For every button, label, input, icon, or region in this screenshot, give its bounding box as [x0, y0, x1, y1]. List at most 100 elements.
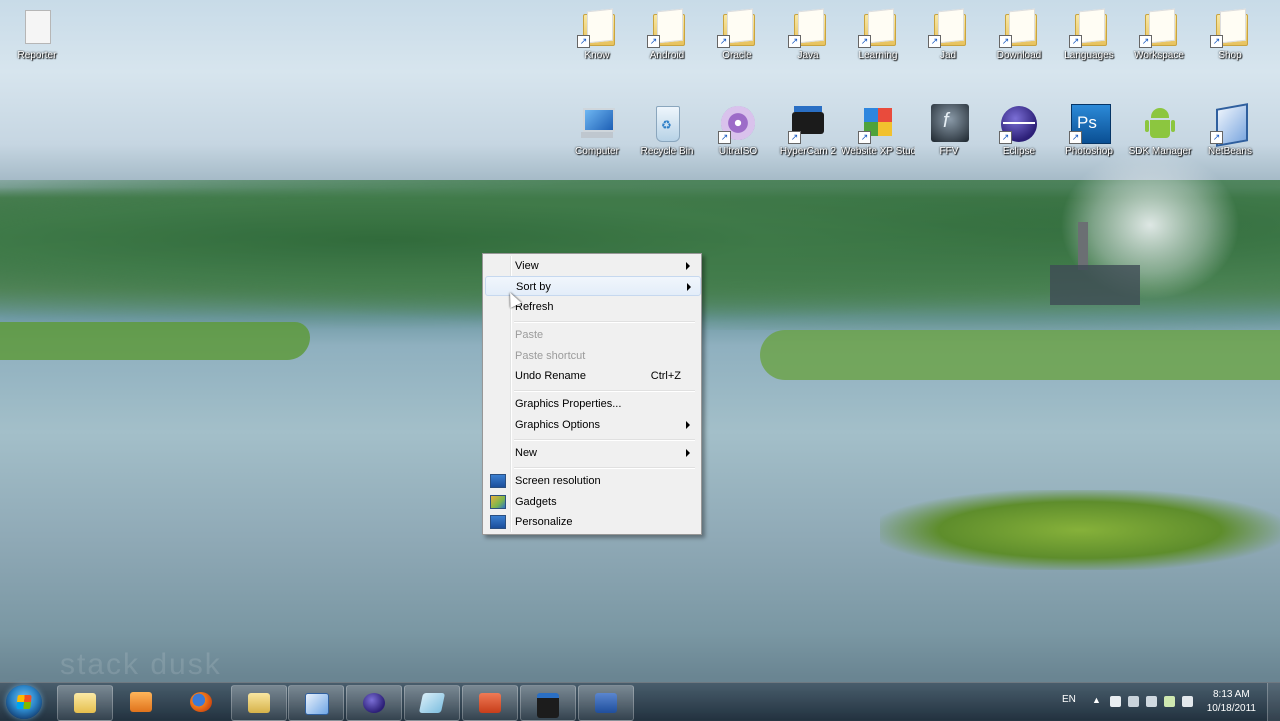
desktop-icon-label: Workspace — [1134, 50, 1184, 61]
taskbar-clock[interactable]: 8:13 AM 10/18/2011 — [1207, 688, 1256, 716]
menu-item-label: Screen resolution — [515, 475, 601, 487]
system-tray: EN ▲ 8:13 AM 10/18/2011 — [1050, 683, 1280, 721]
tray-power-icon[interactable] — [1164, 696, 1175, 707]
firefox-icon — [190, 692, 212, 712]
menu-separator — [514, 439, 695, 441]
camera-icon: ↗ — [788, 104, 828, 144]
desktop-icon-label: Know — [584, 50, 610, 61]
desktop-icon-ultraiso[interactable]: ↗ UltraISO — [701, 104, 775, 158]
menu-item-personalize[interactable]: Personalize — [485, 512, 699, 532]
tray-display-icon[interactable] — [1146, 696, 1157, 707]
desktop-icon-website-xp[interactable]: ↗ Website XP Studio — [841, 104, 915, 158]
taskbar-button-word[interactable] — [578, 685, 634, 721]
taskbar-button-powerpoint[interactable] — [462, 685, 518, 721]
menu-item-screen-resolution[interactable]: Screen resolution — [485, 471, 699, 491]
folder-icon: ↗ — [999, 8, 1039, 48]
desktop-icon-jad[interactable]: ↗ Jad — [911, 8, 985, 62]
word-icon — [595, 693, 617, 713]
taskbar-button-media-player[interactable] — [114, 685, 168, 719]
start-button[interactable] — [6, 685, 42, 719]
desktop-icon-eclipse[interactable]: ↗ Eclipse — [982, 104, 1056, 158]
show-desktop-button[interactable] — [1267, 683, 1280, 721]
desktop-icon-label: NetBeans — [1208, 146, 1252, 157]
taskbar-button-hypercam[interactable] — [520, 685, 576, 721]
menu-item-graphics-options[interactable]: Graphics Options — [485, 415, 699, 435]
menu-item-undo-rename[interactable]: Undo Rename Ctrl+Z — [485, 366, 699, 386]
notepad-icon — [418, 693, 446, 713]
desktop-icon-learning[interactable]: ↗ Learning — [841, 8, 915, 62]
folder-icon: ↗ — [788, 8, 828, 48]
tray-expand-icon[interactable]: ▲ — [1092, 695, 1101, 705]
desktop-icon-photoshop[interactable]: Ps ↗ Photoshop — [1052, 104, 1126, 158]
menu-item-new[interactable]: New — [485, 443, 699, 463]
menu-item-label: Paste shortcut — [515, 350, 586, 362]
submenu-arrow-icon — [686, 449, 690, 457]
desktop-icon-android[interactable]: ↗ Android — [630, 8, 704, 62]
desktop-icon-java[interactable]: ↗ Java — [771, 8, 845, 62]
desktop-icon-workspace[interactable]: ↗ Workspace — [1122, 8, 1196, 62]
desktop-icon-label: FFV — [939, 146, 959, 157]
desktop-icon-download[interactable]: ↗ Download — [982, 8, 1056, 62]
desktop-icon-label: Eclipse — [1002, 146, 1036, 157]
menu-item-paste[interactable]: Paste — [485, 325, 699, 345]
flash-icon: f — [929, 104, 969, 144]
desktop-icon-label: Java — [797, 50, 819, 61]
tray-flag-icon[interactable] — [1110, 696, 1121, 707]
wallpaper-factory — [1050, 265, 1140, 305]
desktop-icon-languages[interactable]: ↗ Languages — [1052, 8, 1126, 62]
submenu-arrow-icon — [686, 421, 690, 429]
menu-item-label: Paste — [515, 329, 544, 341]
desktop-icon-label: Learning — [858, 50, 898, 61]
monitor-icon — [490, 474, 506, 488]
tray-volume-icon[interactable] — [1182, 696, 1193, 707]
cube-icon: ↗ — [858, 104, 898, 144]
menu-item-gadgets[interactable]: Gadgets — [485, 492, 699, 512]
desktop-icon-oracle[interactable]: ↗ Oracle — [700, 8, 774, 62]
wallpaper-shore-left — [0, 322, 310, 360]
taskbar-button-folder[interactable] — [231, 685, 287, 721]
tray-network-icon[interactable] — [1128, 696, 1139, 707]
menu-item-graphics-properties[interactable]: Graphics Properties... — [485, 394, 699, 414]
menu-item-label: Graphics Properties... — [515, 398, 622, 410]
folder-icon: ↗ — [647, 8, 687, 48]
folder-icon: ↗ — [1139, 8, 1179, 48]
eclipse-icon: ↗ — [999, 104, 1039, 144]
wallpaper-grass — [880, 490, 1280, 570]
desktop-icon-reporter[interactable]: Reporter — [0, 8, 74, 62]
desktop-icon-sdk-manager[interactable]: SDK Manager — [1123, 104, 1197, 158]
folder-icon — [248, 693, 270, 713]
taskbar-button-firefox[interactable] — [174, 685, 228, 719]
taskbar-button-virtualbox[interactable] — [288, 685, 344, 721]
menu-item-label: View — [515, 260, 539, 272]
menu-item-paste-shortcut[interactable]: Paste shortcut — [485, 346, 699, 366]
menu-item-sort-by[interactable]: Sort by — [485, 276, 701, 296]
folder-icon: ↗ — [577, 8, 617, 48]
desktop-icon-ffv[interactable]: f FFV — [912, 104, 986, 158]
submenu-arrow-icon — [687, 283, 691, 291]
menu-separator — [514, 467, 695, 469]
desktop-icon-label: Reporter — [17, 50, 57, 61]
folder-icon: ↗ — [1069, 8, 1109, 48]
desktop-icon-recycle-bin[interactable]: ♻ Recycle Bin — [630, 104, 704, 158]
eclipse-icon — [363, 693, 385, 713]
taskbar-button-notepad[interactable] — [404, 685, 460, 721]
desktop-icon-label: SDK Manager — [1128, 146, 1192, 157]
camera-icon — [537, 693, 559, 718]
taskbar-button-explorer[interactable] — [57, 685, 113, 721]
clock-time: 8:13 AM — [1212, 689, 1250, 700]
submenu-arrow-icon — [686, 262, 690, 270]
desktop-icon-computer[interactable]: Computer — [560, 104, 634, 158]
menu-separator — [514, 321, 695, 323]
menu-item-view[interactable]: View — [485, 256, 699, 276]
media-player-icon — [130, 692, 152, 712]
desktop-icon-shop[interactable]: ↗ Shop — [1193, 8, 1267, 62]
desktop-icon-hypercam[interactable]: ↗ HyperCam 2 — [771, 104, 845, 158]
desktop-icon-netbeans[interactable]: ↗ NetBeans — [1193, 103, 1267, 158]
language-indicator[interactable]: EN — [1062, 694, 1076, 705]
desktop-icon-label: HyperCam 2 — [779, 146, 837, 157]
taskbar-button-eclipse[interactable] — [346, 685, 402, 721]
desktop-icon-know[interactable]: ↗ Know — [560, 8, 634, 62]
taskbar: EN ▲ 8:13 AM 10/18/2011 — [0, 682, 1280, 721]
desktop-icon-label: Languages — [1064, 50, 1114, 61]
clock-date: 10/18/2011 — [1206, 703, 1256, 714]
